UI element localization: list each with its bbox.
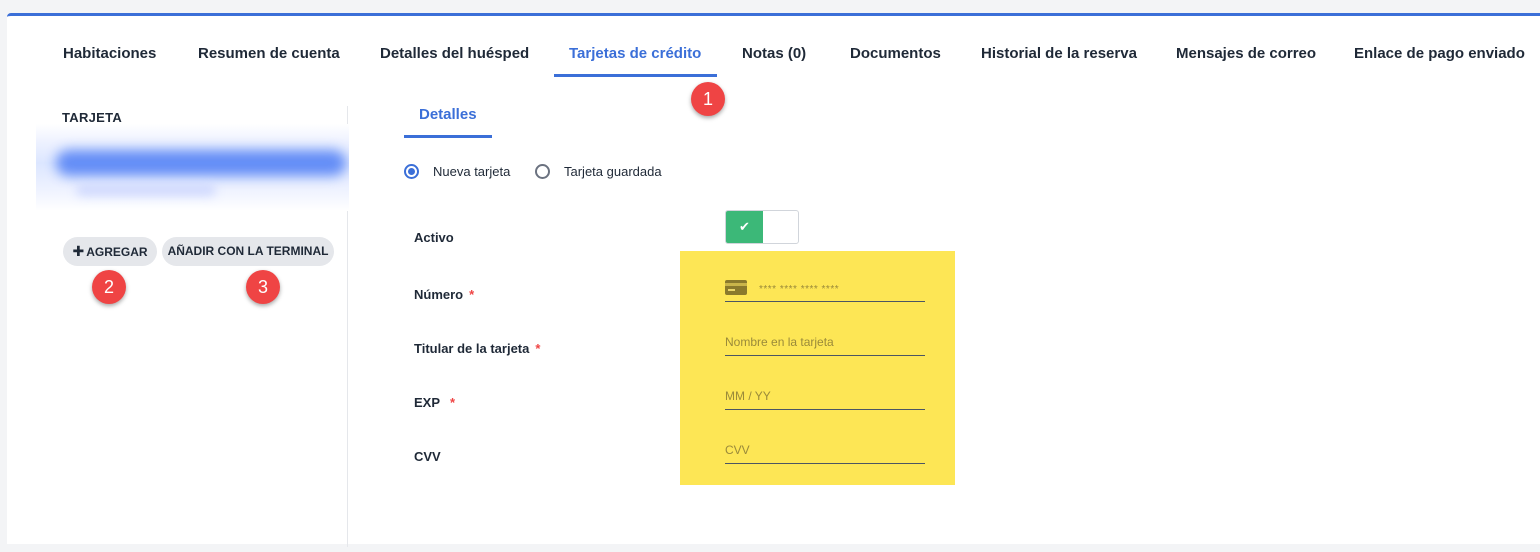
tab-habitaciones[interactable]: Habitaciones — [63, 45, 156, 62]
cvv-field[interactable] — [725, 436, 925, 464]
card-holder-field[interactable] — [725, 328, 925, 356]
credit-card-icon — [725, 280, 747, 295]
card-number-field[interactable] — [725, 274, 925, 302]
tab-bar: Habitaciones Resumen de cuenta Detalles … — [7, 16, 1540, 77]
active-tab-indicator — [554, 74, 717, 77]
blurred-card-number — [56, 150, 346, 176]
blurred-card-detail — [76, 184, 216, 196]
radio-saved-card[interactable]: Tarjeta guardada — [535, 164, 662, 179]
subtab-detalles[interactable]: Detalles — [419, 106, 477, 123]
tab-documentos[interactable]: Documentos — [850, 45, 941, 62]
number-label: Número * — [414, 287, 475, 302]
active-label: Activo — [414, 230, 454, 245]
active-toggle[interactable]: ✔ — [725, 210, 799, 244]
add-with-terminal-label: AÑADIR CON LA TERMINAL — [167, 244, 329, 258]
check-icon: ✔ — [726, 211, 763, 243]
holder-label: Titular de la tarjeta * — [414, 341, 541, 356]
exp-field[interactable] — [725, 382, 925, 410]
cvv-label: CVV — [414, 449, 441, 464]
tab-resumen-cuenta[interactable]: Resumen de cuenta — [198, 45, 340, 62]
add-card-button[interactable]: ✚ AGREGAR — [63, 237, 157, 266]
tab-historial-reserva[interactable]: Historial de la reserva — [981, 45, 1137, 62]
radio-saved-card-label: Tarjeta guardada — [564, 164, 662, 179]
reservation-panel: Habitaciones Resumen de cuenta Detalles … — [7, 13, 1540, 547]
tab-detalles-huesped[interactable]: Detalles del huésped — [380, 45, 529, 62]
exp-input[interactable] — [725, 388, 925, 403]
tab-tarjetas-credito[interactable]: Tarjetas de crédito — [569, 45, 701, 62]
radio-new-card-label: Nueva tarjeta — [433, 164, 511, 179]
saved-card-blurred[interactable] — [36, 124, 349, 211]
annotation-badge-2: 2 — [92, 270, 126, 304]
annotation-badge-1: 1 — [691, 82, 725, 116]
add-card-label: AGREGAR — [86, 245, 148, 259]
plus-icon: ✚ — [72, 243, 85, 259]
tab-notas[interactable]: Notas (0) — [742, 45, 806, 62]
tab-enlace-pago[interactable]: Enlace de pago enviado — [1354, 45, 1525, 62]
radio-checked-icon — [404, 164, 419, 179]
radio-unchecked-icon — [535, 164, 550, 179]
annotation-badge-3: 3 — [246, 270, 280, 304]
card-number-input[interactable] — [759, 280, 925, 295]
card-holder-input[interactable] — [725, 334, 925, 349]
exp-label: EXP * — [414, 395, 456, 410]
radio-new-card[interactable]: Nueva tarjeta — [404, 164, 510, 179]
cvv-input[interactable] — [725, 442, 925, 457]
card-list-title: TARJETA — [62, 110, 123, 125]
subtab-indicator — [404, 135, 492, 138]
tab-mensajes-correo[interactable]: Mensajes de correo — [1176, 45, 1316, 62]
add-with-terminal-button[interactable]: AÑADIR CON LA TERMINAL — [162, 237, 334, 266]
